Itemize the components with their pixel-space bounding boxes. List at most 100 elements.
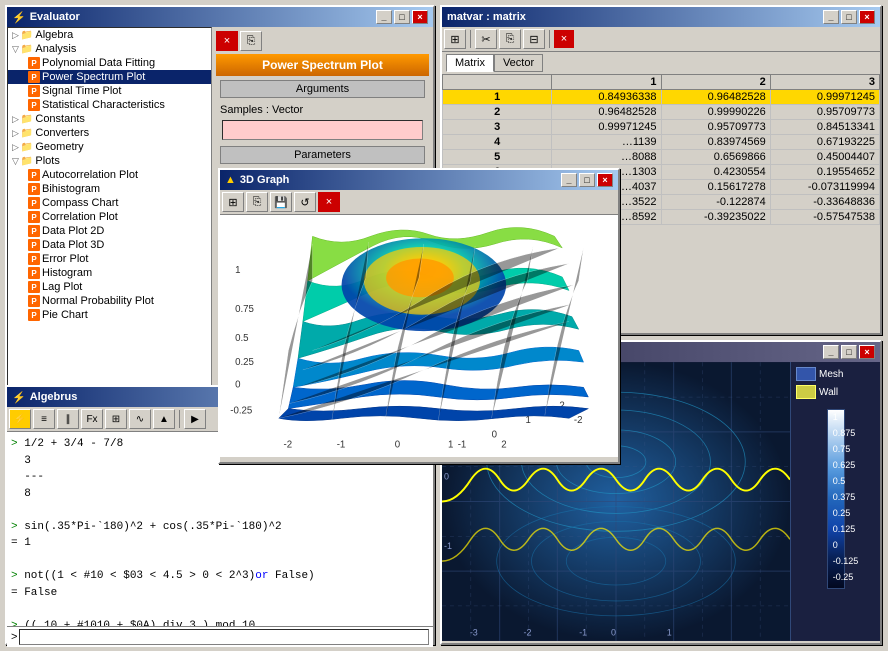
sidebar-item-normalprobability[interactable]: P Normal Probability Plot [8,294,211,308]
graph-save-btn[interactable]: 💾 [270,192,292,212]
type-matrix[interactable]: Matrix [446,54,494,72]
cell[interactable]: 0.99971245 [552,120,661,135]
grid-button[interactable]: ⊞ [105,409,127,429]
graph-grid-btn[interactable]: ⊞ [222,192,244,212]
matrix-paste-btn[interactable]: ⊟ [523,29,545,49]
graph-close-btn[interactable]: × [318,192,340,212]
sidebar-item-compass[interactable]: P Compass Chart [8,196,211,210]
cell[interactable]: -0.39235022 [661,210,770,225]
matrix-grid-btn[interactable]: ⊞ [444,29,466,49]
table-row[interactable]: 4 …1139 0.83974569 0.67193225 [443,135,880,150]
chart-button[interactable]: ▲ [153,409,175,429]
table-row[interactable]: 3 0.99971245 0.95709773 0.84513341 [443,120,880,135]
matrix-titlebar[interactable]: matvar : matrix _ □ × [442,7,880,27]
cell[interactable]: 0.67193225 [770,135,879,150]
evaluator-controls[interactable]: _ □ × [376,10,428,24]
svg-text:-0.25: -0.25 [230,405,252,416]
cell[interactable]: 0.84513341 [770,120,879,135]
sidebar-item-correlation[interactable]: P Correlation Plot [8,210,211,224]
table-row[interactable]: 1 0.84936338 0.96482528 0.99971245 [443,90,880,105]
matrix-controls[interactable]: _ □ × [823,10,875,24]
cell[interactable]: …1139 [552,135,661,150]
mesh-swatch [796,367,816,381]
cell[interactable]: 0.83974569 [661,135,770,150]
cell[interactable]: 0.96482528 [661,90,770,105]
cell[interactable]: -0.33648836 [770,195,879,210]
sidebar-item-dataplot3d[interactable]: P Data Plot 3D [8,238,211,252]
sidebar-item-polynomial[interactable]: P Polynomial Data Fitting [8,56,211,70]
sidebar-item-autocorrelation[interactable]: P Autocorrelation Plot [8,168,211,182]
cell[interactable]: 0.99971245 [770,90,879,105]
cell[interactable]: 0.95709773 [661,120,770,135]
sidebar-item-analysis[interactable]: ▽ 📁 Analysis [8,42,211,56]
viz-controls[interactable]: _ □ × [823,345,875,359]
graph-refresh-btn[interactable]: ↺ [294,192,316,212]
graph-copy-btn[interactable]: ⎘ [246,192,268,212]
console-input[interactable] [19,629,429,645]
p-icon: P [28,183,40,195]
sidebar-item-histogram[interactable]: P Histogram [8,266,211,280]
cell[interactable]: 0.19554652 [770,165,879,180]
cell[interactable]: 0.45004407 [770,150,879,165]
cell[interactable]: -0.57547538 [770,210,879,225]
sidebar-item-plots[interactable]: ▽ 📁 Plots [8,154,211,168]
cell[interactable]: -0.122874 [661,195,770,210]
sidebar-item-piechart[interactable]: P Pie Chart [8,308,211,322]
evaluator-title: Evaluator [30,11,80,23]
sidebar-item-geometry[interactable]: ▷ 📁 Geometry [8,140,211,154]
maximize-button[interactable]: □ [841,10,857,24]
cell[interactable]: 0.99990226 [661,105,770,120]
sidebar-item-dataplot2d[interactable]: P Data Plot 2D [8,224,211,238]
close-button[interactable]: × [597,173,613,187]
type-vector[interactable]: Vector [494,54,543,72]
graph3d-controls[interactable]: _ □ × [561,173,613,187]
sidebar-item-error[interactable]: P Error Plot [8,252,211,266]
sidebar-item-algebra[interactable]: ▷ 📁 Algebra [8,28,211,42]
sidebar-label: Normal Probability Plot [42,295,154,307]
maximize-button[interactable]: □ [579,173,595,187]
minimize-button[interactable]: _ [376,10,392,24]
matrix-delete-btn[interactable]: × [554,30,574,48]
cell[interactable]: …8088 [552,150,661,165]
run-button[interactable]: ⚡ [9,409,31,429]
ps-copy-btn[interactable]: ⎘ [240,31,262,51]
cell[interactable]: 0.6569866 [661,150,770,165]
minimize-button[interactable]: _ [823,345,839,359]
function-button[interactable]: Fx [81,409,103,429]
cell[interactable]: 0.96482528 [552,105,661,120]
close-button[interactable]: × [859,10,875,24]
table-row[interactable]: 5 …8088 0.6569866 0.45004407 [443,150,880,165]
graph3d-titlebar[interactable]: ▲ 3D Graph _ □ × [220,170,618,190]
minimize-button[interactable]: _ [823,10,839,24]
minimize-button[interactable]: _ [561,173,577,187]
ps-close-btn[interactable]: × [216,31,238,51]
evaluator-titlebar[interactable]: ⚡ Evaluator _ □ × [7,7,433,27]
cell[interactable]: 0.4230554 [661,165,770,180]
cell[interactable]: 0.15617278 [661,180,770,195]
matrix-cut-btn[interactable]: ✂ [475,29,497,49]
sidebar-item-lag[interactable]: P Lag Plot [8,280,211,294]
sidebar-item-power-spectrum[interactable]: P Power Spectrum Plot [8,70,211,84]
close-button[interactable]: × [412,10,428,24]
sidebar-item-converters[interactable]: ▷ 📁 Converters [8,126,211,140]
list-button[interactable]: ≡ [33,409,55,429]
sidebar-item-statistical[interactable]: P Statistical Characteristics [8,98,211,112]
cell[interactable]: 0.95709773 [770,105,879,120]
sidebar-item-signal-time[interactable]: P Signal Time Plot [8,84,211,98]
sidebar-item-bihistogram[interactable]: P Bihistogram [8,182,211,196]
matrix-copy-btn[interactable]: ⎘ [499,29,521,49]
maximize-button[interactable]: □ [394,10,410,24]
more-button[interactable]: ▶ [184,409,206,429]
maximize-button[interactable]: □ [841,345,857,359]
table-row[interactable]: 2 0.96482528 0.99990226 0.95709773 [443,105,880,120]
cell[interactable]: -0.073119994 [770,180,879,195]
cell[interactable]: 0.84936338 [552,90,661,105]
close-button[interactable]: × [859,345,875,359]
header-row-num [443,75,552,90]
parallel-button[interactable]: ∥ [57,409,79,429]
sidebar-label: Lag Plot [42,281,82,293]
wave-button[interactable]: ∿ [129,409,151,429]
sidebar-item-constants[interactable]: ▷ 📁 Constants [8,112,211,126]
expand-icon: ▷ [12,30,19,41]
samples-input[interactable] [222,120,423,140]
